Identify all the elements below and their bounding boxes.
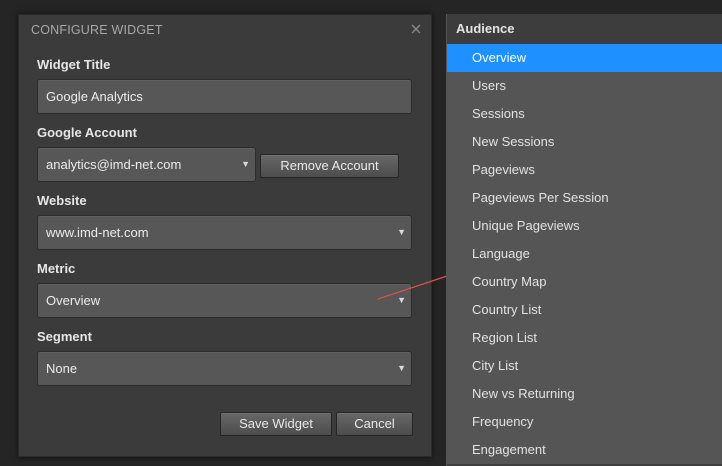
dropdown-option-unique-pageviews[interactable]: Unique Pageviews [447,212,722,240]
dropdown-option-engagement[interactable]: Engagement [447,436,722,464]
dropdown-option-sessions[interactable]: Sessions [447,100,722,128]
metric-label: Metric [37,261,76,276]
segment-select[interactable]: None ▼ [37,351,412,386]
dropdown-option-city-list[interactable]: City List [447,352,722,380]
widget-title-value: Google Analytics [46,89,143,104]
dialog-title: CONFIGURE WIDGET [31,23,163,37]
dropdown-option-new-sessions[interactable]: New Sessions [447,128,722,156]
dialog-header: CONFIGURE WIDGET [19,15,431,45]
caret-down-icon: ▼ [397,295,406,305]
metric-value: Overview [46,293,101,308]
dropdown-options: Overview Users Sessions New Sessions Pagevie… [447,44,722,464]
dropdown-option-country-list[interactable]: Country List [447,296,722,324]
widget-title-label: Widget Title [37,57,111,72]
google-account-select[interactable]: analytics@imd-net.com ▼ [37,147,256,182]
close-icon[interactable] [409,22,423,36]
google-account-value: analytics@imd-net.com [46,157,182,172]
dropdown-option-country-map[interactable]: Country Map [447,268,722,296]
configure-widget-dialog: CONFIGURE WIDGET Widget Title Google Ana… [18,14,432,457]
save-widget-button[interactable]: Save Widget [220,412,332,436]
caret-down-icon: ▼ [241,159,250,169]
dropdown-option-overview[interactable]: Overview [447,44,722,72]
google-account-label: Google Account [37,125,137,140]
dropdown-option-pageviews-per-session[interactable]: Pageviews Per Session [447,184,722,212]
segment-value: None [46,361,78,376]
dropdown-option-new-vs-returning[interactable]: New vs Returning [447,380,722,408]
widget-title-input[interactable]: Google Analytics [37,79,412,114]
metric-select[interactable]: Overview ▼ [37,283,412,318]
dropdown-group-header: Audience [447,14,722,44]
website-value: www.imd-net.com [46,225,149,240]
dropdown-option-frequency[interactable]: Frequency [447,408,722,436]
metric-dropdown-list[interactable]: Audience Overview Users Sessions New Sessio… [446,14,722,466]
remove-account-button[interactable]: Remove Account [260,154,399,178]
website-label: Website [37,193,87,208]
segment-label: Segment [37,329,92,344]
caret-down-icon: ▼ [397,227,406,237]
caret-down-icon: ▼ [397,363,406,373]
dropdown-option-users[interactable]: Users [447,72,722,100]
cancel-button[interactable]: Cancel [336,412,413,436]
dropdown-option-language[interactable]: Language [447,240,722,268]
website-select[interactable]: www.imd-net.com ▼ [37,215,412,250]
dropdown-option-region-list[interactable]: Region List [447,324,722,352]
dropdown-option-pageviews[interactable]: Pageviews [447,156,722,184]
